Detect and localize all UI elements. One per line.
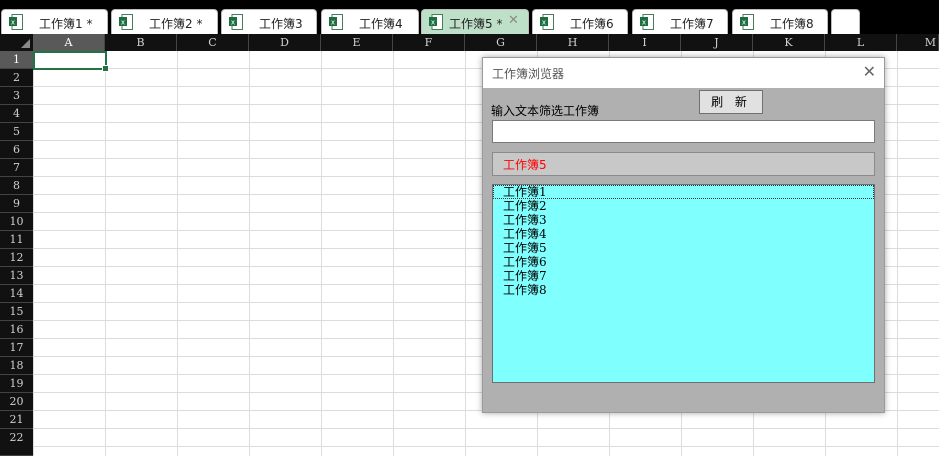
row-header-5[interactable]: 5: [0, 123, 33, 141]
column-header-k[interactable]: K: [753, 34, 825, 51]
row-header-3[interactable]: 3: [0, 87, 33, 105]
dialog-titlebar[interactable]: 工作簿浏览器 ✕: [483, 58, 884, 88]
column-header-h[interactable]: H: [537, 34, 609, 51]
column-header-b[interactable]: B: [105, 34, 177, 51]
row-header-13[interactable]: 13: [0, 267, 33, 285]
svg-text:x: x: [121, 19, 125, 27]
current-workbook-box: 工作簿5: [492, 152, 875, 176]
column-header-f[interactable]: F: [393, 34, 465, 51]
svg-text:x: x: [331, 19, 335, 27]
tab-workbook4[interactable]: x 工作簿4: [321, 9, 419, 34]
svg-text:x: x: [231, 19, 235, 27]
column-header-d[interactable]: D: [249, 34, 321, 51]
tab-label: 工作簿6: [570, 17, 614, 31]
column-header-c[interactable]: C: [177, 34, 249, 51]
row-header-14[interactable]: 14: [0, 285, 33, 303]
tab-workbook3[interactable]: x 工作簿3: [221, 9, 317, 34]
row-header-7[interactable]: 7: [0, 159, 33, 177]
row-header-20[interactable]: 20: [0, 393, 33, 411]
row-header-17[interactable]: 17: [0, 339, 33, 357]
tab-workbook1[interactable]: x 工作簿1 *: [1, 9, 108, 34]
workbook-browser-dialog: 工作簿浏览器 ✕ 刷 新 输入文本筛选工作簿 工作簿5 工作簿1 工作簿2 工作…: [482, 57, 885, 413]
tab-label: 工作簿7: [670, 17, 714, 31]
row-header-6[interactable]: 6: [0, 141, 33, 159]
svg-text:x: x: [742, 19, 746, 27]
current-workbook-label: 工作簿5: [503, 158, 547, 172]
column-header-m[interactable]: M: [897, 34, 939, 51]
row-header-22[interactable]: 22: [0, 429, 33, 456]
row-header-2[interactable]: 2: [0, 69, 33, 87]
column-header-g[interactable]: G: [465, 34, 537, 51]
row-header-11[interactable]: 11: [0, 231, 33, 249]
tab-label: 工作簿8: [770, 17, 814, 31]
workbook-tab-bar: x 工作簿1 * x 工作簿2 * x 工作簿3 x 工作簿4 x 工作簿5 *…: [0, 0, 939, 34]
list-item[interactable]: 工作簿7: [493, 269, 874, 283]
tab-workbook8[interactable]: x 工作簿8: [732, 9, 828, 34]
excel-file-icon: x: [329, 14, 343, 30]
list-item[interactable]: 工作簿4: [493, 227, 874, 241]
row-header-10[interactable]: 10: [0, 213, 33, 231]
column-header-a[interactable]: A: [33, 34, 105, 51]
row-header-12[interactable]: 12: [0, 249, 33, 267]
row-header-15[interactable]: 15: [0, 303, 33, 321]
svg-text:x: x: [11, 19, 15, 27]
filter-input[interactable]: [492, 120, 875, 143]
svg-text:x: x: [431, 19, 435, 27]
tab-workbook6[interactable]: x 工作簿6: [532, 9, 628, 34]
svg-text:x: x: [542, 19, 546, 27]
excel-file-icon: x: [540, 14, 554, 30]
tab-workbook2[interactable]: x 工作簿2 *: [111, 9, 218, 34]
row-header-16[interactable]: 16: [0, 321, 33, 339]
row-header-8[interactable]: 8: [0, 177, 33, 195]
list-item[interactable]: 工作簿1: [493, 185, 874, 199]
list-item[interactable]: 工作簿5: [493, 241, 874, 255]
row-header-19[interactable]: 19: [0, 375, 33, 393]
close-icon[interactable]: ✕: [863, 62, 876, 81]
close-icon[interactable]: ✕: [508, 13, 519, 28]
tab-workbook5[interactable]: x 工作簿5 * ✕: [421, 9, 529, 34]
excel-file-icon: x: [9, 14, 23, 30]
tab-label: 工作簿2 *: [149, 17, 203, 31]
column-header-e[interactable]: E: [321, 34, 393, 51]
excel-file-icon: x: [429, 14, 443, 30]
tab-label: 工作簿3: [259, 17, 303, 31]
tab-workbook7[interactable]: x 工作簿7: [632, 9, 728, 34]
active-cell-a1[interactable]: [33, 51, 109, 72]
filter-label: 输入文本筛选工作簿: [491, 104, 600, 118]
tab-label: 工作簿4: [359, 17, 403, 31]
list-item[interactable]: 工作簿6: [493, 255, 874, 269]
excel-file-icon: x: [119, 14, 133, 30]
dialog-title: 工作簿浏览器: [492, 67, 565, 81]
row-header-21[interactable]: 21: [0, 411, 33, 429]
row-header-18[interactable]: 18: [0, 357, 33, 375]
excel-file-icon: x: [740, 14, 754, 30]
workbook-list[interactable]: 工作簿1 工作簿2 工作簿3 工作簿4 工作簿5 工作簿6 工作簿7 工作簿8: [492, 184, 875, 383]
excel-file-icon: x: [229, 14, 243, 30]
row-header-9[interactable]: 9: [0, 195, 33, 213]
row-header-4[interactable]: 4: [0, 105, 33, 123]
select-all-icon: [21, 39, 30, 48]
excel-file-icon: x: [640, 14, 654, 30]
refresh-button[interactable]: 刷 新: [699, 90, 763, 114]
row-header-1[interactable]: 1: [0, 51, 33, 69]
select-all-corner[interactable]: [0, 34, 33, 51]
new-workbook-tab[interactable]: [831, 9, 860, 34]
column-header-l[interactable]: L: [825, 34, 897, 51]
tab-label: 工作簿1 *: [39, 17, 93, 31]
list-item[interactable]: 工作簿2: [493, 199, 874, 213]
column-header-i[interactable]: I: [609, 34, 681, 51]
column-header-j[interactable]: J: [681, 34, 753, 51]
list-item[interactable]: 工作簿8: [493, 283, 874, 297]
tab-label: 工作簿5 *: [449, 17, 503, 31]
list-item[interactable]: 工作簿3: [493, 213, 874, 227]
svg-text:x: x: [642, 19, 646, 27]
